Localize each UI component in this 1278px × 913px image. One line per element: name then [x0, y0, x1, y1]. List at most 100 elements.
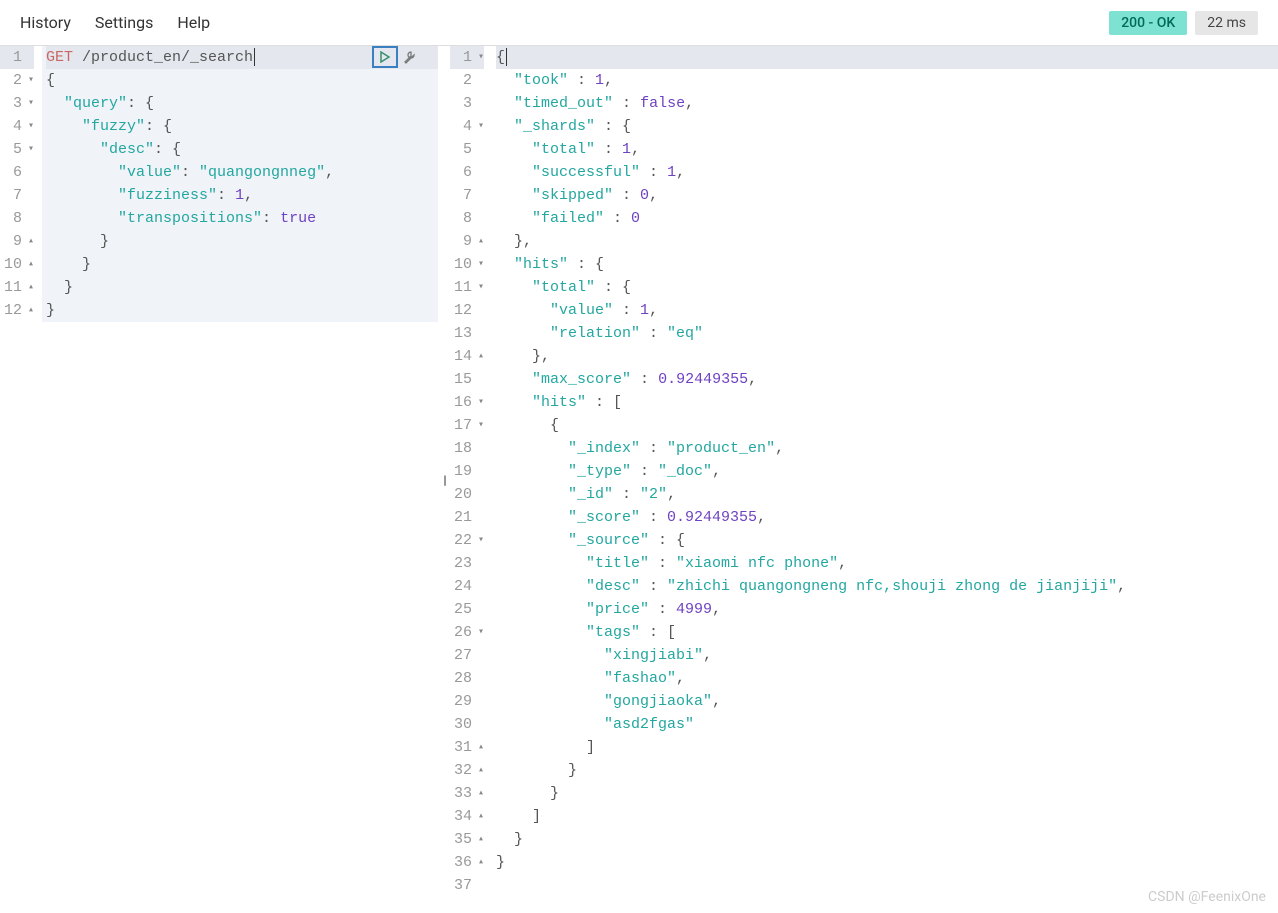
- gutter-line: 34▴: [450, 805, 484, 828]
- fold-toggle[interactable]: ▾: [474, 46, 484, 69]
- code-line: "desc" : "zhichi quangongneng nfc,shouji…: [496, 575, 1278, 598]
- code-line: "total" : 1,: [496, 138, 1278, 161]
- gutter-line: 12▴: [0, 299, 34, 322]
- fold-toggle[interactable]: ▴: [24, 299, 34, 322]
- main: 12▾3▾4▾5▾6789▴10▴11▴12▴ GET /product_en/…: [0, 46, 1278, 913]
- gutter-line: 32▴: [450, 759, 484, 782]
- gutter-line: 37: [450, 874, 484, 897]
- gutter-line: 25: [450, 598, 484, 621]
- fold-toggle[interactable]: ▾: [24, 138, 34, 161]
- gutter-line: 5: [450, 138, 484, 161]
- gutter-line: 30: [450, 713, 484, 736]
- text-caret: [254, 48, 255, 66]
- menubar-right: 200 - OK 22 ms: [1109, 11, 1258, 35]
- fold-toggle[interactable]: ▾: [474, 529, 484, 552]
- fold-toggle[interactable]: ▴: [24, 253, 34, 276]
- gutter-line: 11▴: [0, 276, 34, 299]
- gutter-line: 16▾: [450, 391, 484, 414]
- request-editor[interactable]: GET /product_en/_search{ "query": { "fuz…: [42, 46, 438, 322]
- fold-toggle[interactable]: ▴: [474, 345, 484, 368]
- code-line: ]: [496, 736, 1278, 759]
- menu-history[interactable]: History: [20, 13, 71, 32]
- gutter-line: 3▾: [0, 92, 34, 115]
- code-line: "relation" : "eq": [496, 322, 1278, 345]
- gutter-line: 18: [450, 437, 484, 460]
- code-line: {: [46, 69, 438, 92]
- gutter-line: 22▾: [450, 529, 484, 552]
- code-line: }: [496, 851, 1278, 874]
- menu-settings[interactable]: Settings: [95, 13, 153, 32]
- request-gutter: 12▾3▾4▾5▾6789▴10▴11▴12▴: [0, 46, 42, 322]
- fold-toggle[interactable]: ▾: [474, 621, 484, 644]
- code-line: }: [496, 782, 1278, 805]
- gutter-line: 6: [450, 161, 484, 184]
- gutter-line: 8: [0, 207, 34, 230]
- code-line: "failed" : 0: [496, 207, 1278, 230]
- code-line: "desc": {: [46, 138, 438, 161]
- code-line: }: [46, 299, 438, 322]
- code-line: {: [496, 46, 1278, 69]
- request-pane: 12▾3▾4▾5▾6789▴10▴11▴12▴ GET /product_en/…: [0, 46, 438, 913]
- watermark: CSDN @FeenixOne: [1148, 889, 1266, 905]
- code-line: "_type" : "_doc",: [496, 460, 1278, 483]
- menu-help[interactable]: Help: [177, 13, 210, 32]
- gutter-line: 26▾: [450, 621, 484, 644]
- code-line: }: [46, 230, 438, 253]
- menubar-left: History Settings Help: [20, 13, 210, 32]
- gutter-line: 31▴: [450, 736, 484, 759]
- run-query-button[interactable]: [372, 46, 398, 68]
- code-line: }: [46, 253, 438, 276]
- fold-toggle[interactable]: ▾: [474, 276, 484, 299]
- gutter-line: 33▴: [450, 782, 484, 805]
- code-line: "_score" : 0.92449355,: [496, 506, 1278, 529]
- code-line: "query": {: [46, 92, 438, 115]
- gutter-line: 24: [450, 575, 484, 598]
- code-line: }: [46, 276, 438, 299]
- code-line: "_source" : {: [496, 529, 1278, 552]
- timing-badge: 22 ms: [1195, 11, 1258, 35]
- gutter-line: 9▴: [0, 230, 34, 253]
- fold-toggle[interactable]: ▾: [474, 253, 484, 276]
- gutter-line: 13: [450, 322, 484, 345]
- gutter-line: 12: [450, 299, 484, 322]
- code-line: "tags" : [: [496, 621, 1278, 644]
- gutter-line: 11▾: [450, 276, 484, 299]
- action-buttons: [372, 46, 420, 68]
- fold-toggle[interactable]: ▴: [474, 782, 484, 805]
- code-line: "total" : {: [496, 276, 1278, 299]
- code-line: "hits" : [: [496, 391, 1278, 414]
- fold-toggle[interactable]: ▴: [474, 736, 484, 759]
- fold-toggle[interactable]: ▾: [474, 115, 484, 138]
- fold-toggle[interactable]: ▾: [24, 69, 34, 92]
- fold-toggle[interactable]: ▾: [474, 414, 484, 437]
- response-viewer[interactable]: { "took" : 1, "timed_out" : false, "_sha…: [492, 46, 1278, 897]
- fold-toggle[interactable]: ▾: [474, 391, 484, 414]
- gutter-line: 1▾: [450, 46, 484, 69]
- fold-toggle[interactable]: ▴: [24, 230, 34, 253]
- gutter-line: 28: [450, 667, 484, 690]
- settings-query-button[interactable]: [398, 46, 420, 68]
- fold-toggle[interactable]: ▴: [474, 851, 484, 874]
- gutter-line: 35▴: [450, 828, 484, 851]
- response-pane: 1▾234▾56789▴10▾11▾121314▴1516▾17▾1819202…: [450, 46, 1278, 913]
- code-line: }: [496, 828, 1278, 851]
- code-line: "asd2fgas": [496, 713, 1278, 736]
- gutter-line: 2: [450, 69, 484, 92]
- fold-toggle[interactable]: ▾: [24, 92, 34, 115]
- fold-toggle[interactable]: ▴: [24, 276, 34, 299]
- pane-splitter[interactable]: ||: [438, 46, 450, 913]
- fold-toggle[interactable]: ▴: [474, 828, 484, 851]
- code-line: "_shards" : {: [496, 115, 1278, 138]
- fold-toggle[interactable]: ▾: [24, 115, 34, 138]
- fold-toggle[interactable]: ▴: [474, 230, 484, 253]
- gutter-line: 10▾: [450, 253, 484, 276]
- fold-toggle[interactable]: ▴: [474, 759, 484, 782]
- code-line: }: [496, 759, 1278, 782]
- code-line: "transpositions": true: [46, 207, 438, 230]
- gutter-line: 5▾: [0, 138, 34, 161]
- text-caret: [506, 48, 507, 66]
- fold-toggle[interactable]: ▴: [474, 805, 484, 828]
- status-badge: 200 - OK: [1109, 11, 1187, 35]
- code-line: "xingjiabi",: [496, 644, 1278, 667]
- gutter-line: 4▾: [0, 115, 34, 138]
